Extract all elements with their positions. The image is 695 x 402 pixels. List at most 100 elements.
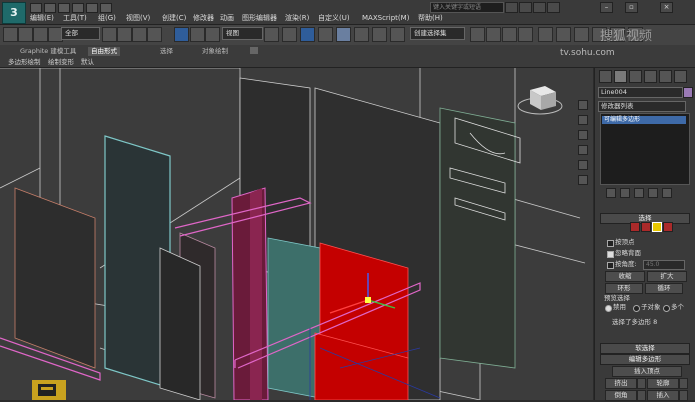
hierarchy-tab-icon[interactable] xyxy=(629,70,642,83)
modifier-list-dropdown[interactable]: 修改器列表 xyxy=(598,101,686,112)
loop-button[interactable]: 循环 xyxy=(645,283,683,294)
menu-maxscript[interactable]: MAXScript(M) xyxy=(362,14,409,23)
preview-multi-radio[interactable] xyxy=(663,305,670,312)
menu-customize[interactable]: 自定义(U) xyxy=(318,14,350,23)
graphite-toggle-icon[interactable] xyxy=(518,27,533,42)
ribbon-subtab-defaults[interactable]: 默认 xyxy=(81,58,94,66)
menu-edit[interactable]: 编辑(E) xyxy=(30,14,54,23)
selection-filter-dropdown[interactable]: 全部 xyxy=(61,27,100,40)
ribbon-tab-freeform[interactable]: 自由形式 xyxy=(88,47,120,56)
menu-graph-editors[interactable]: 图形编辑器 xyxy=(242,14,277,23)
perspective-viewport[interactable] xyxy=(0,68,593,400)
binoculars-icon[interactable] xyxy=(505,2,518,13)
soft-selection-rollout-header[interactable]: 软选择 xyxy=(600,343,690,354)
viewport-side-icon-3[interactable] xyxy=(578,130,588,140)
curve-editor-icon[interactable] xyxy=(538,27,553,42)
select-by-name-icon[interactable] xyxy=(117,27,132,42)
extrude-settings-button[interactable] xyxy=(637,378,646,389)
app-logo-icon[interactable]: 3 xyxy=(2,2,26,24)
element-mode-icon[interactable] xyxy=(663,222,673,232)
viewport-side-icon-6[interactable] xyxy=(578,175,588,185)
edit-polygons-rollout-header[interactable]: 编辑多边形 xyxy=(600,354,690,365)
undo-icon[interactable] xyxy=(72,3,84,13)
ribbon-tab-object-paint[interactable]: 对象绘制 xyxy=(202,47,228,56)
preview-subobject-radio[interactable] xyxy=(633,305,640,312)
snap-toggle-icon[interactable] xyxy=(318,27,333,42)
viewport-side-icon-2[interactable] xyxy=(578,115,588,125)
insert-vertex-button[interactable]: 插入顶点 xyxy=(612,366,682,377)
reference-coordinate-dropdown[interactable]: 视图 xyxy=(222,27,263,40)
pivot-center-icon[interactable] xyxy=(264,27,279,42)
undo-tool-icon[interactable] xyxy=(3,27,18,42)
search-input[interactable]: 键入关键字或短语 xyxy=(430,2,504,13)
menu-animation[interactable]: 动画 xyxy=(220,14,234,23)
save-file-icon[interactable] xyxy=(58,3,70,13)
bevel-settings-button[interactable] xyxy=(637,390,646,401)
spinner-snap-icon[interactable] xyxy=(372,27,387,42)
align-icon[interactable] xyxy=(486,27,501,42)
extrude-button[interactable]: 挤出 xyxy=(605,378,637,389)
motion-tab-icon[interactable] xyxy=(644,70,657,83)
inset-settings-button[interactable] xyxy=(679,390,688,401)
bevel-button[interactable]: 倒角 xyxy=(605,390,637,401)
menu-rendering[interactable]: 渲染(R) xyxy=(285,14,309,23)
edge-mode-icon[interactable] xyxy=(641,222,651,232)
material-editor-icon[interactable] xyxy=(574,27,589,42)
ribbon-tab-graphite[interactable]: Graphite 建模工具 xyxy=(20,47,76,56)
ignore-backfacing-checkbox[interactable] xyxy=(607,251,614,258)
link-icon[interactable] xyxy=(33,27,48,42)
viewcube-icon[interactable] xyxy=(517,86,563,115)
create-tab-icon[interactable] xyxy=(599,70,612,83)
mirror-icon[interactable] xyxy=(470,27,485,42)
edit-named-selection-icon[interactable] xyxy=(390,27,405,42)
ribbon-subtab-poly-draw[interactable]: 多边形绘制 xyxy=(8,58,41,66)
make-unique-icon[interactable] xyxy=(634,188,644,198)
shrink-button[interactable]: 收缩 xyxy=(605,271,645,282)
inset-button[interactable]: 插入 xyxy=(647,390,679,401)
select-object-icon[interactable] xyxy=(102,27,117,42)
layer-manager-icon[interactable] xyxy=(502,27,517,42)
outline-settings-button[interactable] xyxy=(679,378,688,389)
viewport-side-icon-1[interactable] xyxy=(578,100,588,110)
select-move-icon[interactable] xyxy=(174,27,189,42)
object-color-swatch[interactable] xyxy=(683,87,693,98)
rectangle-selection-icon[interactable] xyxy=(132,27,147,42)
by-vertex-checkbox[interactable] xyxy=(607,240,614,247)
show-end-result-icon[interactable] xyxy=(620,188,630,198)
named-selection-set-dropdown[interactable]: 创建选择集 xyxy=(410,27,465,40)
utilities-tab-icon[interactable] xyxy=(674,70,687,83)
user-icon[interactable] xyxy=(547,2,560,13)
angle-snap-icon[interactable] xyxy=(336,27,351,42)
restore-icon[interactable]: ▫ xyxy=(625,2,638,13)
menu-tools[interactable]: 工具(T) xyxy=(63,14,87,23)
select-manipulate-icon[interactable] xyxy=(282,27,297,42)
pin-stack-icon[interactable] xyxy=(606,188,616,198)
new-file-icon[interactable] xyxy=(30,3,42,13)
viewport-side-icon-4[interactable] xyxy=(578,145,588,155)
viewport-side-icon-5[interactable] xyxy=(578,160,588,170)
stack-item-editable-poly[interactable]: 可编辑多边形 xyxy=(602,116,686,124)
select-scale-icon[interactable] xyxy=(205,27,220,42)
ribbon-minimize-icon[interactable] xyxy=(250,47,258,54)
menu-group[interactable]: 组(G) xyxy=(98,14,116,23)
close-icon[interactable]: × xyxy=(660,2,673,13)
star-icon[interactable] xyxy=(519,2,532,13)
grow-button[interactable]: 扩大 xyxy=(647,271,687,282)
configure-modifier-icon[interactable] xyxy=(662,188,672,198)
menu-create[interactable]: 创建(C) xyxy=(162,14,186,23)
menu-views[interactable]: 视图(V) xyxy=(126,14,150,23)
keyboard-shortcut-icon[interactable] xyxy=(300,27,315,42)
object-name-field[interactable]: Line004 xyxy=(598,87,683,98)
redo-tool-icon[interactable] xyxy=(18,27,33,42)
angle-spinner[interactable]: 45.0 xyxy=(643,260,685,270)
window-crossing-icon[interactable] xyxy=(147,27,162,42)
remove-modifier-icon[interactable] xyxy=(648,188,658,198)
menu-modifiers[interactable]: 修改器 xyxy=(193,14,214,23)
menu-help[interactable]: 帮助(H) xyxy=(418,14,443,23)
minimize-icon[interactable]: – xyxy=(600,2,613,13)
ribbon-subtab-paint-deform[interactable]: 绘制变形 xyxy=(48,58,74,66)
preview-off-radio[interactable] xyxy=(605,305,612,312)
schematic-view-icon[interactable] xyxy=(556,27,571,42)
redo-icon[interactable] xyxy=(86,3,98,13)
display-tab-icon[interactable] xyxy=(659,70,672,83)
